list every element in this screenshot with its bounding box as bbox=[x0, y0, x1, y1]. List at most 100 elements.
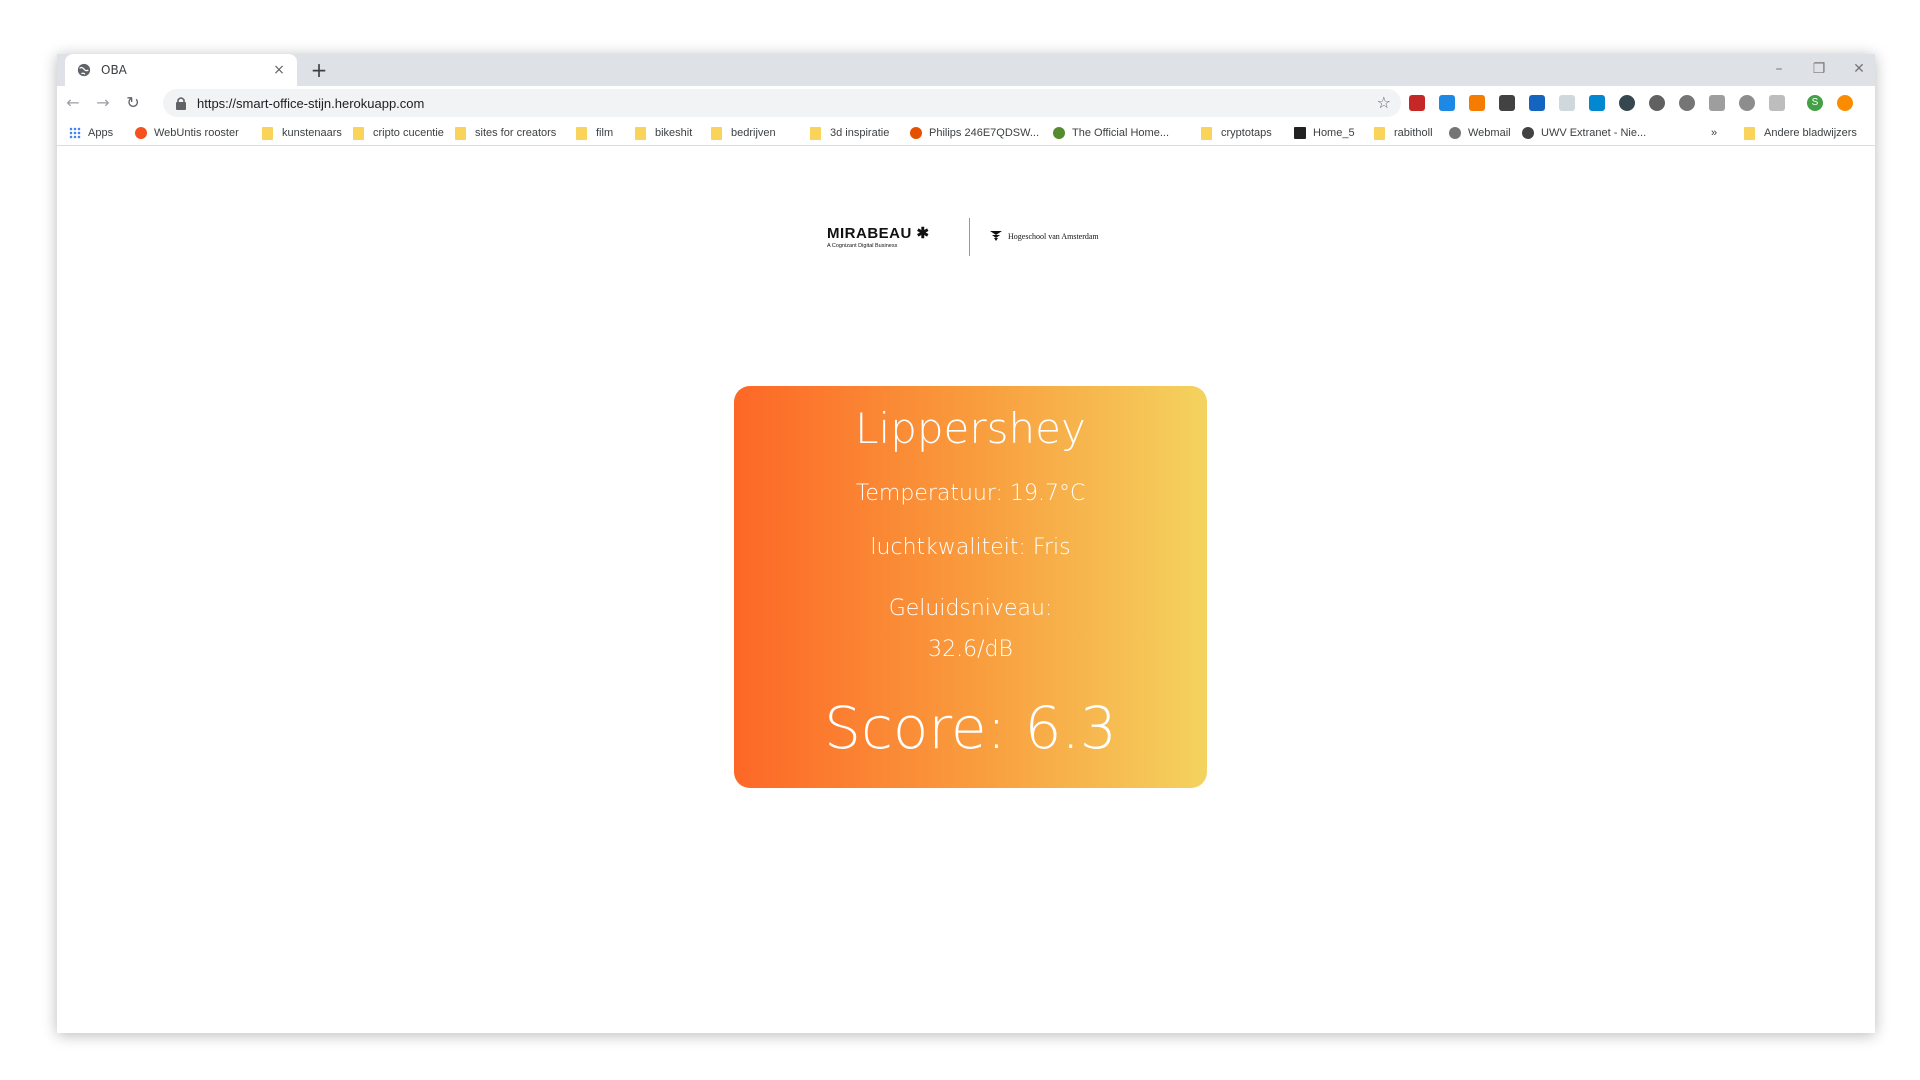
folder-icon bbox=[1201, 126, 1212, 140]
extension-cloud-icon[interactable] bbox=[1559, 95, 1575, 111]
mirabeau-star-icon: ✱ bbox=[916, 225, 930, 242]
extension-clock-icon[interactable] bbox=[1679, 95, 1695, 111]
tab-title: OBA bbox=[101, 63, 127, 77]
bookmark-item[interactable]: bedrijven bbox=[711, 124, 776, 142]
bookmark-label: kunstenaars bbox=[282, 127, 342, 139]
bookmark-item[interactable]: film bbox=[576, 124, 613, 142]
bookmark-item[interactable]: Home_5 bbox=[1294, 124, 1355, 142]
close-tab-icon[interactable]: × bbox=[271, 62, 287, 78]
webmail-icon bbox=[1449, 127, 1461, 139]
folder-icon bbox=[1744, 126, 1755, 140]
room-score-card: Lippershey Temperatuur: 19.7°C luchtkwal… bbox=[734, 386, 1207, 788]
folder-icon bbox=[711, 126, 722, 140]
extension-camera-icon[interactable] bbox=[1439, 95, 1455, 111]
extension-globe-icon[interactable] bbox=[1739, 95, 1755, 111]
other-bookmarks-label: Andere bladwijzers bbox=[1764, 127, 1857, 139]
bookmarks-bar: Apps WebUntis rooster kunstenaars cripto cu… bbox=[57, 120, 1875, 146]
folder-icon bbox=[455, 126, 466, 140]
room-name: Lippershey bbox=[855, 404, 1086, 453]
bookmark-label: cryptotaps bbox=[1221, 127, 1272, 139]
lock-icon bbox=[176, 97, 186, 110]
extension-badge-icon[interactable] bbox=[1409, 95, 1425, 111]
back-icon[interactable]: ← bbox=[61, 91, 85, 115]
home5-icon bbox=[1294, 127, 1306, 139]
bookmark-item[interactable]: The Official Home... bbox=[1053, 124, 1169, 142]
bookmark-item[interactable]: rabitholl bbox=[1374, 124, 1433, 142]
bookmark-label: UWV Extranet - Nie... bbox=[1541, 127, 1647, 139]
extension-note-icon[interactable] bbox=[1709, 95, 1725, 111]
globe-icon bbox=[1522, 127, 1534, 139]
folder-icon bbox=[576, 126, 587, 140]
apps-grid-icon bbox=[69, 127, 81, 139]
address-bar[interactable]: https://smart-office-stijn.herokuapp.com… bbox=[163, 89, 1401, 117]
browser-toolbar: ← → ↻ https://smart-office-stijn.herokua… bbox=[57, 86, 1875, 120]
bookmark-label: Webmail bbox=[1468, 127, 1511, 139]
other-bookmarks-button[interactable]: Andere bladwijzers bbox=[1744, 124, 1857, 142]
bookmark-label: WebUntis rooster bbox=[154, 127, 239, 139]
official-home-icon bbox=[1053, 127, 1065, 139]
partner-logos: MIRABEAU ✱ A Cognizant Digital Business … bbox=[827, 218, 1127, 258]
sound-level-reading: Geluidsniveau: 32.6/dB bbox=[888, 596, 1053, 662]
extension-lock-icon[interactable] bbox=[1589, 95, 1605, 111]
bookmark-label: Home_5 bbox=[1313, 127, 1355, 139]
extension-moon-icon[interactable] bbox=[1619, 95, 1635, 111]
folder-icon bbox=[1374, 126, 1385, 140]
minimize-icon[interactable]: – bbox=[1763, 54, 1795, 86]
extension-block-icon[interactable] bbox=[1649, 95, 1665, 111]
extension-pocket-icon[interactable] bbox=[1499, 95, 1515, 111]
temperature-reading: Temperatuur: 19.7°C bbox=[855, 481, 1086, 506]
update-icon[interactable] bbox=[1837, 95, 1853, 111]
bookmark-item[interactable]: cripto cucentie bbox=[353, 124, 444, 142]
bookmark-label: 3d inspiratie bbox=[830, 127, 890, 139]
bookmark-item[interactable]: bikeshit bbox=[635, 124, 692, 142]
air-quality-reading: luchtkwaliteit: Fris bbox=[870, 535, 1071, 560]
bookmark-label: cripto cucentie bbox=[373, 127, 444, 139]
folder-icon bbox=[353, 126, 364, 140]
hva-logo: Hogeschool van Amsterdam bbox=[989, 230, 1099, 242]
profile-avatar[interactable]: S bbox=[1807, 95, 1823, 111]
page-content: MIRABEAU ✱ A Cognizant Digital Business … bbox=[57, 146, 1875, 1033]
bookmark-label: sites for creators bbox=[475, 127, 557, 139]
bookmark-label: film bbox=[596, 127, 614, 139]
bookmark-label: bikeshit bbox=[655, 127, 693, 139]
mirabeau-name: MIRABEAU bbox=[827, 225, 912, 242]
extension-grid-icon[interactable] bbox=[1529, 95, 1545, 111]
bookmark-item[interactable]: WebUntis rooster bbox=[135, 124, 239, 142]
new-tab-button[interactable]: + bbox=[307, 58, 331, 82]
bookmark-item[interactable]: cryptotaps bbox=[1201, 124, 1272, 142]
browser-window: OBA × + – ❐ ✕ ← → ↻ https://smart-office… bbox=[57, 54, 1875, 1033]
bookmarks-overflow-button[interactable]: » bbox=[1711, 124, 1717, 142]
bookmark-label: The Official Home... bbox=[1072, 127, 1169, 139]
bookmark-item[interactable]: sites for creators bbox=[455, 124, 556, 142]
bookmark-label: bedrijven bbox=[731, 127, 776, 139]
tab-oba[interactable]: OBA × bbox=[65, 54, 297, 86]
globe-icon bbox=[77, 63, 91, 77]
bookmark-item[interactable]: UWV Extranet - Nie... bbox=[1522, 124, 1646, 142]
bookmark-label: Apps bbox=[88, 127, 114, 139]
bookmark-item[interactable]: kunstenaars bbox=[262, 124, 342, 142]
forward-icon[interactable]: → bbox=[91, 91, 115, 115]
folder-icon bbox=[810, 126, 821, 140]
extension-fox-icon[interactable] bbox=[1469, 95, 1485, 111]
url-text: https://smart-office-stijn.herokuapp.com bbox=[197, 95, 425, 111]
folder-icon bbox=[635, 126, 646, 140]
close-window-icon[interactable]: ✕ bbox=[1843, 54, 1875, 86]
bookmark-item[interactable]: Philips 246E7QDSW... bbox=[910, 124, 1039, 142]
webuntis-icon bbox=[135, 127, 147, 139]
bookmark-label: Philips 246E7QDSW... bbox=[929, 127, 1040, 139]
bookmark-item[interactable]: 3d inspiratie bbox=[810, 124, 889, 142]
hva-name: Hogeschool van Amsterdam bbox=[1008, 231, 1099, 241]
bookmark-item[interactable]: Apps bbox=[69, 124, 113, 142]
bookmark-item[interactable]: Webmail bbox=[1449, 124, 1511, 142]
logo-divider bbox=[969, 218, 970, 256]
extension-chat-icon[interactable] bbox=[1769, 95, 1785, 111]
bookmark-star-icon[interactable]: ☆ bbox=[1377, 93, 1391, 112]
mirabeau-subtitle: A Cognizant Digital Business bbox=[827, 243, 898, 249]
restore-icon[interactable]: ❐ bbox=[1803, 54, 1835, 86]
bookmark-label: rabitholl bbox=[1394, 127, 1433, 139]
tab-strip: OBA × + – ❐ ✕ bbox=[57, 54, 1875, 86]
reload-icon[interactable]: ↻ bbox=[121, 91, 145, 115]
mirabeau-logo: MIRABEAU ✱ A Cognizant Digital Business bbox=[827, 224, 930, 249]
hva-emblem-icon bbox=[990, 231, 1002, 241]
folder-icon bbox=[262, 126, 273, 140]
